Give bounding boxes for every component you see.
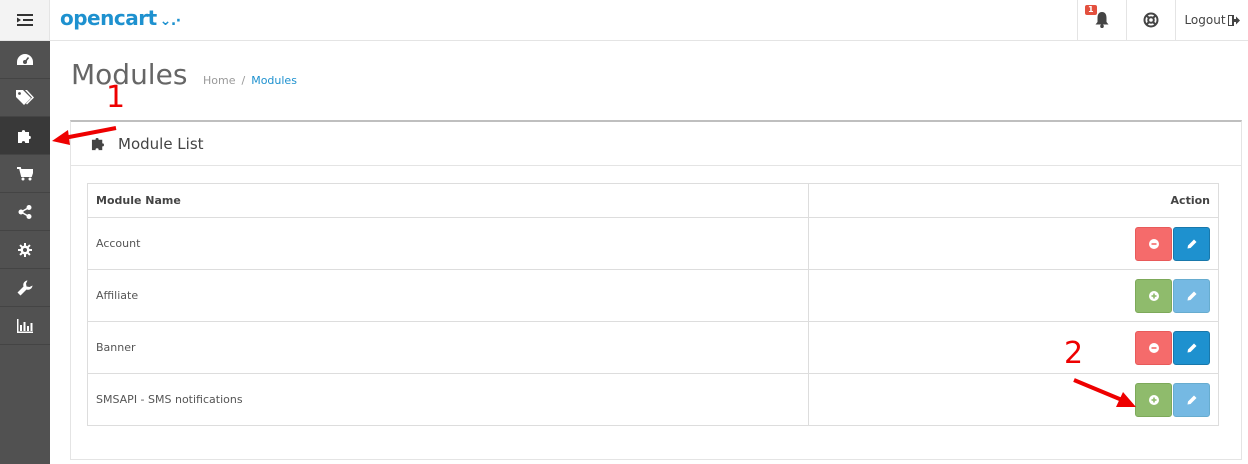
annotation-number-2: 2 xyxy=(1064,336,1084,371)
opencart-logo[interactable]: opencart ⌄.· xyxy=(60,6,181,30)
logout-label: Logout xyxy=(1184,13,1226,27)
plus-circle-icon xyxy=(1148,290,1159,301)
sidebar-item-marketing[interactable] xyxy=(0,193,50,231)
table-row: Account xyxy=(87,217,1219,270)
sidebar-item-tools[interactable] xyxy=(0,269,50,307)
bar-chart-icon xyxy=(17,318,33,333)
puzzle-icon xyxy=(18,129,31,143)
install-button[interactable] xyxy=(1135,382,1172,417)
action-cell xyxy=(808,373,1219,426)
breadcrumb-modules-link[interactable]: Modules xyxy=(251,74,297,87)
action-cell xyxy=(808,269,1219,322)
pencil-icon xyxy=(1187,291,1196,300)
panel-title: Module List xyxy=(118,134,204,153)
annotation-arrow-2 xyxy=(1073,378,1136,407)
module-name-cell: Banner xyxy=(87,321,809,374)
sign-out-icon xyxy=(1227,14,1240,26)
edit-button[interactable] xyxy=(1173,226,1210,261)
edit-button[interactable] xyxy=(1173,382,1210,417)
help-button[interactable] xyxy=(1126,0,1175,40)
life-ring-icon xyxy=(1143,12,1159,28)
page-title: Modules xyxy=(71,58,188,91)
notifications-button[interactable]: 1 xyxy=(1077,0,1126,40)
sidebar-item-sales[interactable] xyxy=(0,155,50,193)
annotation-arrow-1 xyxy=(52,126,117,145)
module-name-cell: SMSAPI - SMS notifications xyxy=(87,373,809,426)
module-name-cell: Affiliate xyxy=(87,269,809,322)
menu-indent-icon xyxy=(16,14,33,26)
breadcrumb-home-link[interactable]: Home xyxy=(203,74,235,87)
module-list-panel: Module List Module Name Action Account A… xyxy=(70,120,1242,460)
dashboard-icon xyxy=(17,53,33,65)
uninstall-button[interactable] xyxy=(1135,330,1172,365)
top-header: opencart ⌄.· 1 Logout xyxy=(0,0,1248,41)
column-header-module-name: Module Name xyxy=(87,183,809,218)
sidebar-item-dashboard[interactable] xyxy=(0,41,50,79)
pencil-icon xyxy=(1187,343,1196,352)
minus-circle-icon xyxy=(1148,238,1159,249)
module-name-cell: Account xyxy=(87,217,809,270)
breadcrumb-separator: / xyxy=(241,74,246,87)
gear-icon xyxy=(18,242,32,257)
bell-icon xyxy=(1095,12,1109,28)
sidebar-item-extensions[interactable] xyxy=(0,117,50,155)
edit-button[interactable] xyxy=(1173,278,1210,313)
sidebar-item-catalog[interactable] xyxy=(0,79,50,117)
install-button[interactable] xyxy=(1135,278,1172,313)
annotation-number-1: 1 xyxy=(106,80,126,115)
menu-toggle-button[interactable] xyxy=(0,0,50,40)
sidebar-nav xyxy=(0,41,50,464)
edit-button[interactable] xyxy=(1173,330,1210,365)
cart-logo-icon: ⌄.· xyxy=(159,13,181,29)
table-header-row: Module Name Action xyxy=(87,183,1219,218)
table-row: SMSAPI - SMS notifications xyxy=(87,373,1219,426)
pencil-icon xyxy=(1187,395,1196,404)
notification-badge: 1 xyxy=(1085,5,1097,15)
sidebar-item-system[interactable] xyxy=(0,231,50,269)
tags-icon xyxy=(16,89,34,105)
action-cell xyxy=(808,217,1219,270)
action-cell xyxy=(808,321,1219,374)
sidebar-item-reports[interactable] xyxy=(0,307,50,345)
column-header-action: Action xyxy=(808,183,1219,218)
share-icon xyxy=(18,204,32,219)
table-row: Banner xyxy=(87,321,1219,374)
plus-circle-icon xyxy=(1148,394,1159,405)
breadcrumb: Home / Modules xyxy=(203,74,297,87)
wrench-icon xyxy=(17,280,33,295)
uninstall-button[interactable] xyxy=(1135,226,1172,261)
module-table: Module Name Action Account Affiliate Ban… xyxy=(87,183,1219,426)
logout-link[interactable]: Logout xyxy=(1175,0,1248,40)
panel-heading: Module List xyxy=(71,122,1241,166)
minus-circle-icon xyxy=(1148,342,1159,353)
shopping-cart-icon xyxy=(17,166,33,180)
table-row: Affiliate xyxy=(87,269,1219,322)
pencil-icon xyxy=(1187,239,1196,248)
